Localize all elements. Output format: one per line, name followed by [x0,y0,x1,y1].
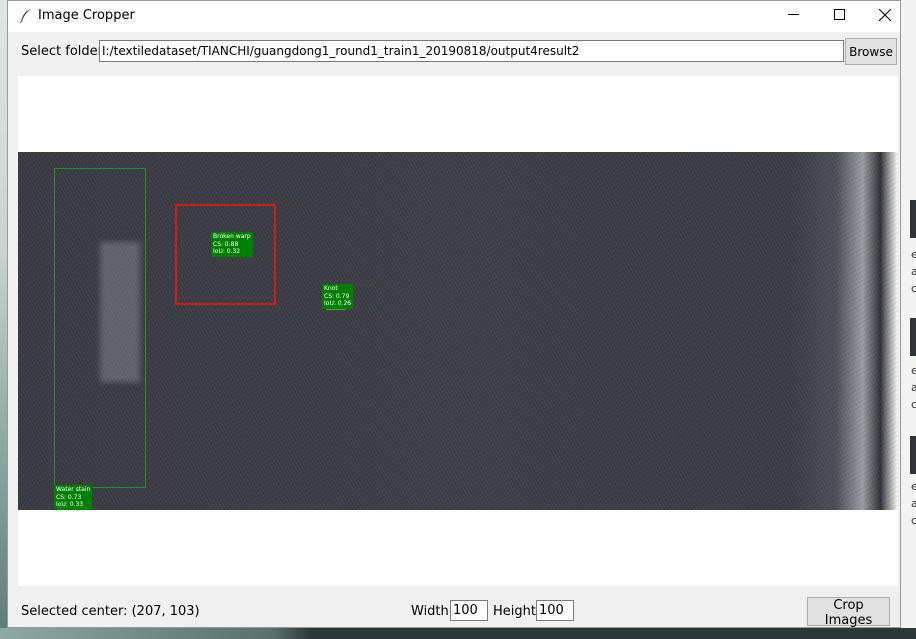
status-bar: Selected center: (207, 103) Width: Heigh… [8,594,900,628]
detection-confidence: CS: 0.79 [324,292,350,300]
background-text: c [911,398,916,411]
background-thumbnail [910,200,916,238]
background-thumbnail [910,318,916,356]
ground-truth-box [54,168,146,488]
crop-selection-box[interactable] [175,204,276,305]
close-button[interactable] [862,1,908,32]
background-text: e [911,480,916,493]
detection-class: Water stain [56,486,91,493]
detection-iou: IoU: 0.33 [56,501,84,508]
folder-row: Select folder: Browse [8,37,900,67]
image-cropper-window: Image Cropper Select folder: Browse [7,0,901,628]
background-text: e [911,248,916,261]
selected-center-text: Selected center: (207, 103) [21,604,200,619]
detection-confidence: CS: 0.73 [56,493,82,501]
background-text: a [911,381,916,394]
fabric-image[interactable]: Broken warp CS: 0.88 IoU: 0.32 Knot CS: … [18,152,898,510]
image-canvas[interactable]: Broken warp CS: 0.88 IoU: 0.32 Knot CS: … [18,76,898,586]
background-thumbnail [910,436,916,474]
feather-icon [18,8,34,24]
detection-class: Knot [324,285,338,292]
close-icon [878,8,892,25]
taskbar-edge [0,628,916,639]
detection-label-water-stain: Water stain CS: 0.73 IoU: 0.33 [54,485,93,510]
background-text: a [911,265,916,278]
folder-path-input[interactable] [99,40,844,62]
background-text: c [911,282,916,295]
minimize-icon [787,9,799,24]
background-window: e a c e a c e a c [901,0,916,639]
background-text: a [911,497,916,510]
maximize-button[interactable] [816,1,862,32]
width-input[interactable] [450,600,488,621]
fabric-texture [18,152,898,510]
minimize-button[interactable] [770,1,816,32]
height-label: Height: [493,604,541,619]
detection-iou: IoU: 0.26 [324,300,352,307]
maximize-icon [833,9,845,24]
folder-label: Select folder: [21,44,108,59]
title-bar[interactable]: Image Cropper [8,1,900,32]
window-title: Image Cropper [38,8,135,23]
crop-images-button[interactable]: Crop Images [807,597,890,628]
background-text: e [911,364,916,377]
background-text: c [911,514,916,527]
width-label: Width: [411,604,454,619]
detection-label-knot: Knot CS: 0.79 IoU: 0.26 [322,284,354,309]
browse-button[interactable]: Browse [845,38,897,65]
height-input[interactable] [536,600,574,621]
